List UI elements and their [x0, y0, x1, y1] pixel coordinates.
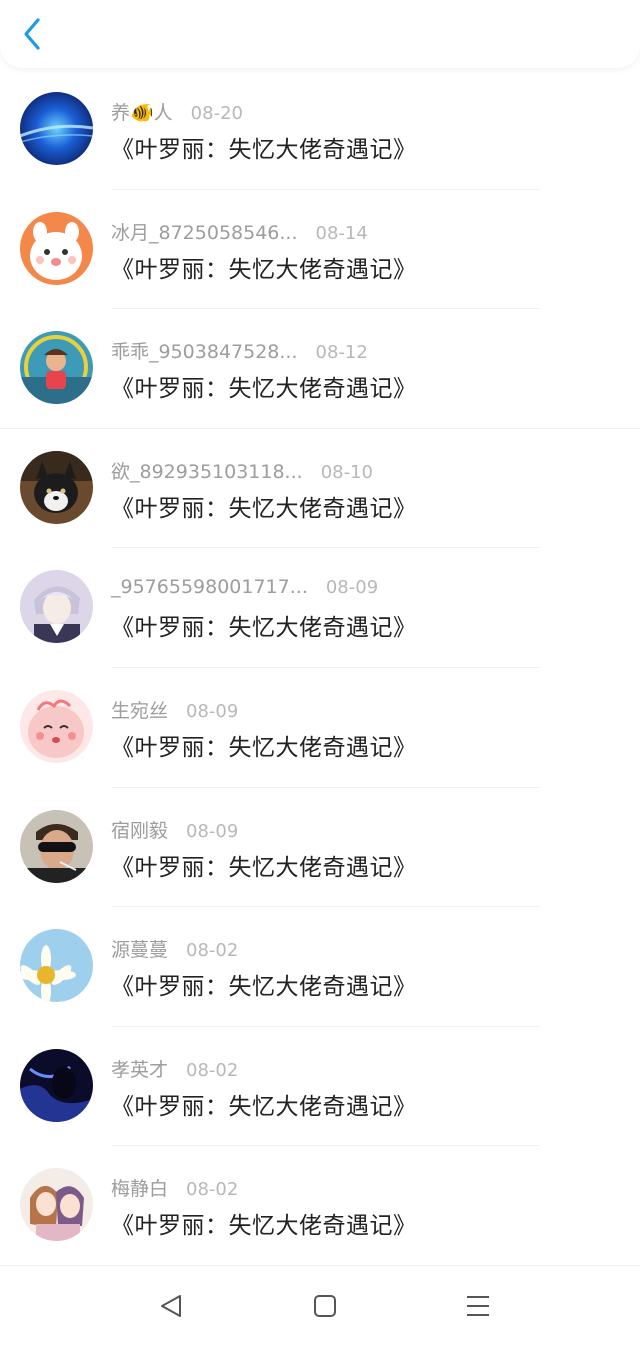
back-button[interactable] [16, 14, 52, 54]
avatar [20, 929, 93, 1003]
item-meta: 源蔓蔓 08-02 [111, 935, 238, 961]
item-meta: 养🐠人 08-20 [111, 98, 243, 124]
item-title: 《叶罗丽：失忆大佬奇遇记》 [111, 615, 417, 642]
list-item[interactable]: 梅静白 08-02 《叶罗丽：失忆大佬奇遇记》 [0, 1146, 640, 1266]
list-item[interactable]: 源蔓蔓 08-02 《叶罗丽：失忆大佬奇遇记》 [0, 907, 640, 1027]
message-list: 养🐠人 08-20 《叶罗丽：失忆大佬奇遇记》 冰月_8725058546...… [0, 70, 640, 1266]
list-item[interactable]: 养🐠人 08-20 《叶罗丽：失忆大佬奇遇记》 [0, 70, 640, 190]
avatar [20, 1048, 93, 1122]
system-back-button[interactable] [152, 1286, 192, 1326]
user-name: 宿刚毅 [111, 819, 169, 842]
user-name: 生宛丝 [111, 699, 169, 722]
item-title: 《叶罗丽：失忆大佬奇遇记》 [111, 495, 417, 522]
item-meta: 梅静白 08-02 [111, 1174, 238, 1200]
list-item[interactable]: 欲_892935103118... 08-10 《叶罗丽：失忆大佬奇遇记》 [0, 429, 640, 549]
avatar [20, 92, 93, 165]
triangle-back-icon [161, 1295, 181, 1317]
item-title: 《叶罗丽：失忆大佬奇遇记》 [111, 974, 417, 1001]
list-item[interactable]: 孝英才 08-02 《叶罗丽：失忆大佬奇遇记》 [0, 1027, 640, 1147]
item-meta: _95765598001717... 08-09 [111, 576, 378, 602]
item-date: 08-02 [186, 940, 239, 962]
item-date: 08-02 [186, 1059, 239, 1081]
item-meta: 欲_892935103118... 08-10 [111, 457, 373, 483]
item-date: 08-02 [186, 1179, 239, 1201]
user-name: 养🐠人 [111, 102, 173, 124]
user-name: 源蔓蔓 [111, 939, 169, 962]
user-name: 乖乖_9503847528... [111, 341, 298, 364]
item-title: 《叶罗丽：失忆大佬奇遇记》 [111, 256, 417, 283]
system-navigation-bar [0, 1265, 640, 1346]
list-item[interactable]: 冰月_8725058546... 08-14 《叶罗丽：失忆大佬奇遇记》 [0, 190, 640, 310]
avatar [20, 450, 93, 524]
item-title: 《叶罗丽：失忆大佬奇遇记》 [111, 1213, 417, 1240]
user-name: 孝英才 [111, 1058, 169, 1081]
item-meta: 乖乖_9503847528... 08-12 [111, 337, 368, 363]
avatar [20, 570, 93, 644]
avatar [20, 211, 93, 285]
list-item[interactable]: 乖乖_9503847528... 08-12 《叶罗丽：失忆大佬奇遇记》 [0, 309, 640, 429]
user-name: _95765598001717... [111, 576, 308, 599]
avatar [20, 1168, 93, 1242]
system-home-button[interactable] [305, 1286, 345, 1326]
list-item[interactable]: 宿刚毅 08-09 《叶罗丽：失忆大佬奇遇记》 [0, 788, 640, 908]
item-title: 《叶罗丽：失忆大佬奇遇记》 [111, 734, 417, 761]
list-item[interactable]: _95765598001717... 08-09 《叶罗丽：失忆大佬奇遇记》 [0, 548, 640, 668]
square-home-icon [314, 1295, 336, 1317]
item-title: 《叶罗丽：失忆大佬奇遇记》 [111, 137, 417, 163]
screen: 养🐠人 08-20 《叶罗丽：失忆大佬奇遇记》 冰月_8725058546...… [0, 0, 640, 1346]
item-date: 08-20 [190, 103, 243, 124]
chevron-left-icon [24, 18, 40, 50]
item-date: 08-14 [315, 222, 368, 244]
top-bar [0, 0, 640, 68]
item-meta: 孝英才 08-02 [111, 1055, 238, 1081]
item-title: 《叶罗丽：失忆大佬奇遇记》 [111, 1093, 417, 1120]
item-meta: 宿刚毅 08-09 [111, 816, 238, 842]
hamburger-menu-icon [467, 1296, 489, 1316]
avatar [20, 809, 93, 883]
item-title: 《叶罗丽：失忆大佬奇遇记》 [111, 854, 417, 881]
item-date: 08-09 [186, 820, 239, 842]
avatar [20, 689, 93, 763]
item-date: 08-10 [320, 461, 373, 483]
avatar [20, 331, 93, 405]
user-name: 冰月_8725058546... [111, 221, 298, 244]
item-title: 《叶罗丽：失忆大佬奇遇记》 [111, 376, 417, 403]
item-date: 08-12 [315, 342, 368, 364]
user-name: 欲_892935103118... [111, 460, 303, 483]
item-date: 08-09 [325, 577, 379, 599]
item-meta: 冰月_8725058546... 08-14 [111, 218, 368, 244]
list-item[interactable]: 生宛丝 08-09 《叶罗丽：失忆大佬奇遇记》 [0, 668, 640, 788]
system-menu-button[interactable] [458, 1286, 498, 1326]
item-meta: 生宛丝 08-09 [111, 696, 238, 722]
item-date: 08-09 [186, 700, 239, 722]
user-name: 梅静白 [111, 1178, 169, 1201]
